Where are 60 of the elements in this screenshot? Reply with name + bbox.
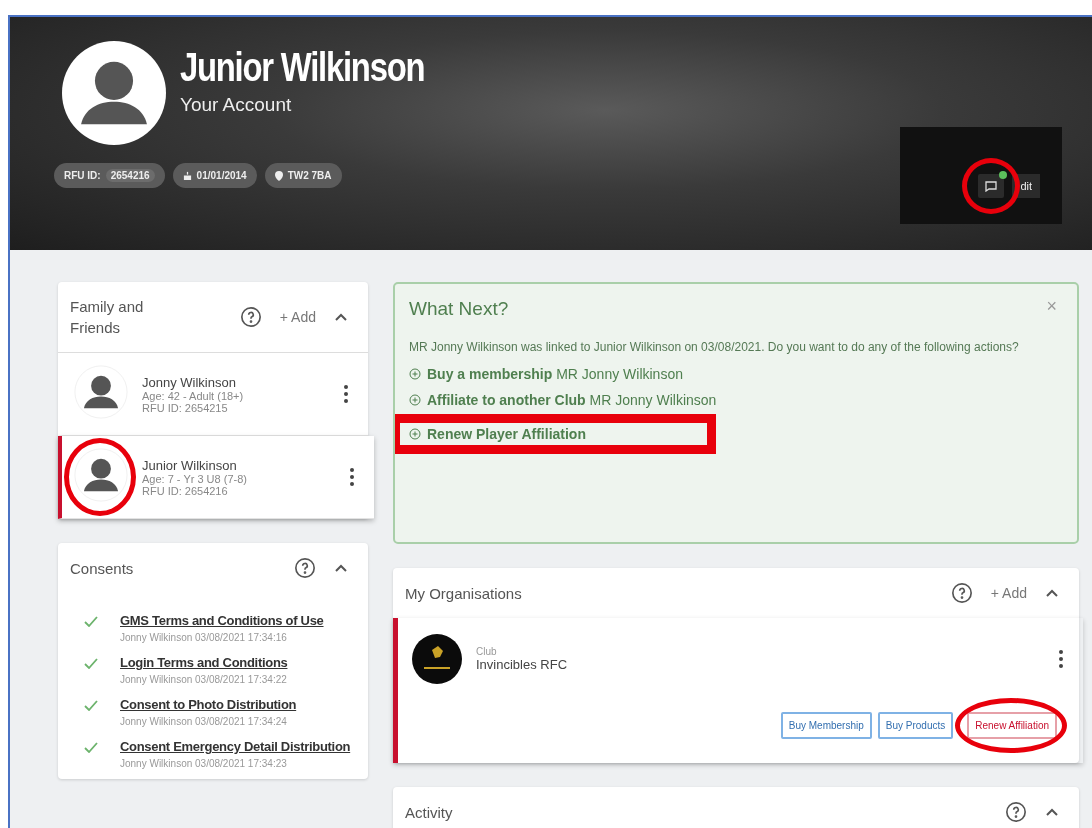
chevron-icon[interactable] <box>1045 588 1059 598</box>
card-title: My Organisations <box>405 583 523 604</box>
plus-circle-icon <box>409 428 421 440</box>
member-item[interactable]: Jonny Wilkinson Age: 42 - Adult (18+) RFU ID: 2654215 <box>58 353 368 436</box>
chevron-icon[interactable] <box>334 563 348 573</box>
add-button[interactable]: + Add <box>279 309 316 325</box>
organisation-button[interactable]: Renew Affiliation <box>967 712 1057 739</box>
action-link[interactable]: Affiliate to another Club MR Jonny Wilkinson <box>409 392 717 408</box>
avatar-icon <box>62 41 166 145</box>
consent-meta: Jonny Wilkinson 03/08/2021 17:34:23 <box>120 758 288 769</box>
avatar-icon <box>74 448 128 502</box>
panel-title: What Next? <box>409 298 509 320</box>
consent-link[interactable]: Consent to Photo Distribution <box>120 697 297 712</box>
panel-message: MR Jonny Wilkinson was linked to Junior Wilkinson on 03/08/2021. Do you want to do any of the following actions? <box>409 339 1020 356</box>
member-id: RFU ID: 2654215 <box>142 401 228 414</box>
plus-circle-icon <box>409 394 421 406</box>
action-link[interactable]: Renew Player Affiliation <box>409 426 586 442</box>
organisation-item[interactable]: Club Invincibles RFC Buy Membership Buy Products Renew Affiliation <box>393 618 1083 763</box>
chevron-icon[interactable] <box>1045 807 1059 817</box>
more-menu-icon[interactable] <box>344 385 348 403</box>
member-id: RFU ID: 2654216 <box>142 484 228 497</box>
info-chip: 01/01/2014 <box>172 163 257 188</box>
chevron-icon[interactable] <box>334 312 348 322</box>
card-title: Consents <box>70 558 135 579</box>
member-age: Age: 7 - Yr 3 U8 (7-8) <box>142 472 248 485</box>
consent-meta: Jonny Wilkinson 03/08/2021 17:34:24 <box>120 716 288 727</box>
cake-icon <box>182 171 192 180</box>
organisation-button[interactable]: Buy Membership <box>780 712 872 739</box>
card-title: Family and Friends <box>70 297 145 338</box>
consent-meta: Jonny Wilkinson 03/08/2021 17:34:16 <box>120 632 288 643</box>
consent-link[interactable]: Login Terms and Conditions <box>120 655 288 670</box>
more-menu-icon[interactable] <box>1059 650 1063 668</box>
info-chip: TW2 7BA <box>264 163 342 188</box>
card-title: Activity <box>405 802 454 823</box>
help-icon[interactable] <box>1005 801 1027 823</box>
consent-meta: Jonny Wilkinson 03/08/2021 17:34:22 <box>120 674 288 685</box>
help-icon[interactable] <box>239 306 262 328</box>
info-chip: RFU ID: 2654216 <box>54 163 165 188</box>
organisation-button[interactable]: Buy Products <box>877 712 954 739</box>
organisation-name: Invincibles RFC <box>476 657 569 672</box>
plus-circle-icon <box>409 368 421 380</box>
club-logo <box>412 634 462 684</box>
avatar-icon <box>74 365 128 419</box>
help-icon[interactable] <box>294 557 316 579</box>
consent-link[interactable]: Consent Emergency Detail Distribution <box>120 739 351 754</box>
consent-link[interactable]: GMS Terms and Conditions of Use <box>120 613 324 628</box>
profile-subtitle: Your Account <box>180 94 293 116</box>
pin-icon <box>274 170 283 181</box>
message-button[interactable] <box>978 174 1005 198</box>
member-item[interactable]: Junior Wilkinson Age: 7 - Yr 3 U8 (7-8) RFU ID: 2654216 <box>58 436 374 519</box>
member-name: Jonny Wilkinson <box>142 374 237 390</box>
more-menu-icon[interactable] <box>350 468 354 486</box>
profile-name: Junior Wilkinson <box>180 45 425 90</box>
action-link[interactable]: Buy a membership MR Jonny Wilkinson <box>409 366 683 382</box>
message-icon <box>985 180 998 192</box>
help-icon[interactable] <box>950 582 973 604</box>
organisation-type: Club <box>476 646 498 657</box>
member-age: Age: 42 - Adult (18+) <box>142 389 245 402</box>
add-button[interactable]: + Add <box>990 585 1027 601</box>
member-name: Junior Wilkinson <box>142 457 238 473</box>
